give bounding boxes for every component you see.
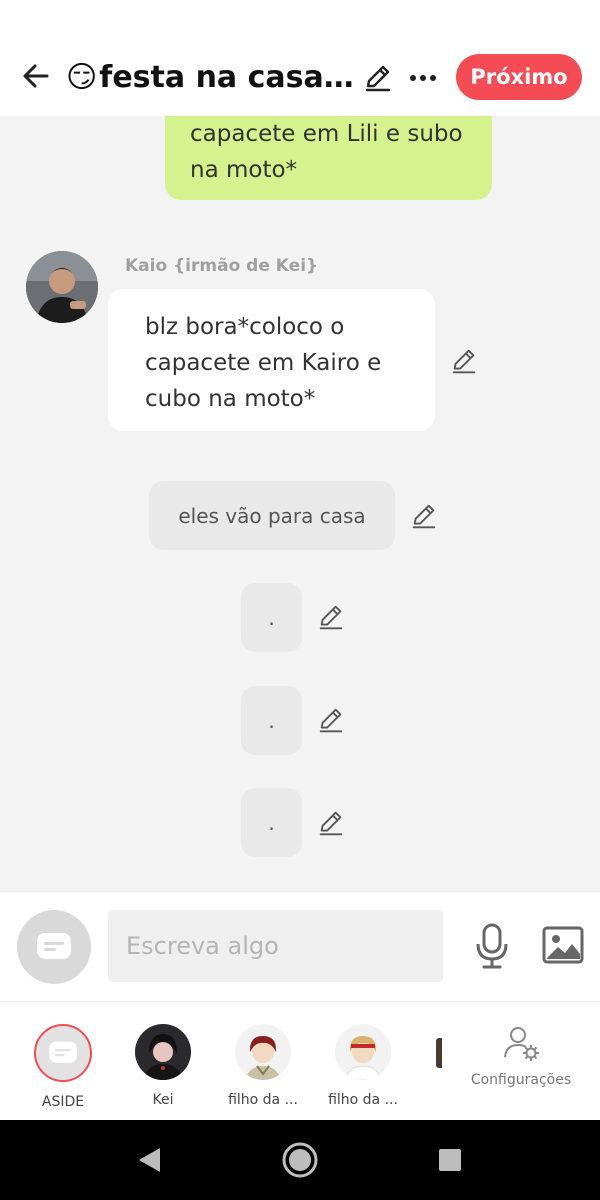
pencil-icon[interactable]: [316, 808, 346, 838]
image-icon: [542, 926, 584, 964]
character-label: ASIDE: [41, 1094, 85, 1110]
next-button[interactable]: Próximo: [456, 54, 582, 100]
avatar: [235, 1024, 291, 1080]
narration-bubble[interactable]: .: [241, 686, 302, 755]
nav-home-icon: [282, 1142, 318, 1178]
pencil-icon[interactable]: [316, 705, 346, 735]
narration-bubble[interactable]: .: [241, 788, 302, 857]
character-label: Kei: [152, 1092, 174, 1108]
user-gear-icon: [504, 1027, 539, 1061]
character-label: filho da ...: [328, 1092, 398, 1108]
character-selector: ASIDE Kei filho da ... filho da ... Conf…: [0, 1001, 600, 1120]
chat-bubble-icon: [37, 933, 71, 959]
chat-header: 😏 festa na casa ... Próximo: [0, 40, 600, 116]
character-son-1[interactable]: filho da ...: [218, 1024, 308, 1108]
more-icon[interactable]: [406, 62, 440, 94]
settings-button[interactable]: Configurações: [462, 1024, 580, 1088]
title-emoji: 😏: [66, 60, 98, 95]
avatar[interactable]: [26, 251, 98, 323]
narration-bubble[interactable]: .: [241, 583, 302, 652]
narration-bubble[interactable]: eles vão para casa: [149, 481, 395, 550]
character-label: filho da ...: [228, 1092, 298, 1108]
back-button[interactable]: [18, 58, 54, 94]
character-aside[interactable]: ASIDE: [18, 1024, 108, 1110]
chat-title[interactable]: 😏 festa na casa ...: [66, 60, 356, 95]
avatar: [34, 1024, 92, 1082]
message-input-bar: [0, 891, 600, 1001]
nav-back-button[interactable]: [136, 1146, 164, 1174]
pencil-icon[interactable]: [449, 346, 479, 376]
microphone-icon: [476, 923, 508, 969]
nav-home-button[interactable]: [282, 1142, 318, 1178]
nav-recent-button[interactable]: [438, 1148, 462, 1172]
character-message-bubble[interactable]: blz bora*coloco o capacete em Kairo e cu…: [108, 289, 435, 431]
pencil-icon: [365, 65, 391, 92]
microphone-button[interactable]: [474, 922, 510, 970]
nav-recent-icon: [439, 1149, 461, 1171]
system-navigation-bar: [0, 1120, 600, 1200]
character-son-2[interactable]: filho da ...: [318, 1024, 408, 1108]
chat-bubble-icon: [49, 1041, 77, 1063]
sender-name: Kaio {irmão de Kei}: [125, 256, 319, 276]
message-input[interactable]: [108, 910, 443, 982]
settings-label: Configurações: [470, 1072, 572, 1088]
avatar[interactable]: [436, 1038, 442, 1068]
edit-title-button[interactable]: [362, 62, 394, 94]
pencil-icon[interactable]: [409, 501, 439, 531]
nav-back-icon: [139, 1148, 160, 1172]
chat-messages[interactable]: capacete em Lili e subo na moto* Kaio {i…: [0, 116, 600, 891]
back-arrow-icon: [23, 64, 49, 88]
page-title: festa na casa ...: [99, 60, 356, 95]
avatar: [335, 1024, 391, 1080]
image-button[interactable]: [542, 926, 584, 964]
narration-mode-button[interactable]: [17, 910, 91, 984]
own-message-bubble[interactable]: capacete em Lili e subo na moto*: [165, 116, 492, 200]
avatar: [135, 1024, 191, 1080]
status-bar: [0, 0, 600, 40]
pencil-icon[interactable]: [316, 602, 346, 632]
character-kei[interactable]: Kei: [118, 1024, 208, 1108]
